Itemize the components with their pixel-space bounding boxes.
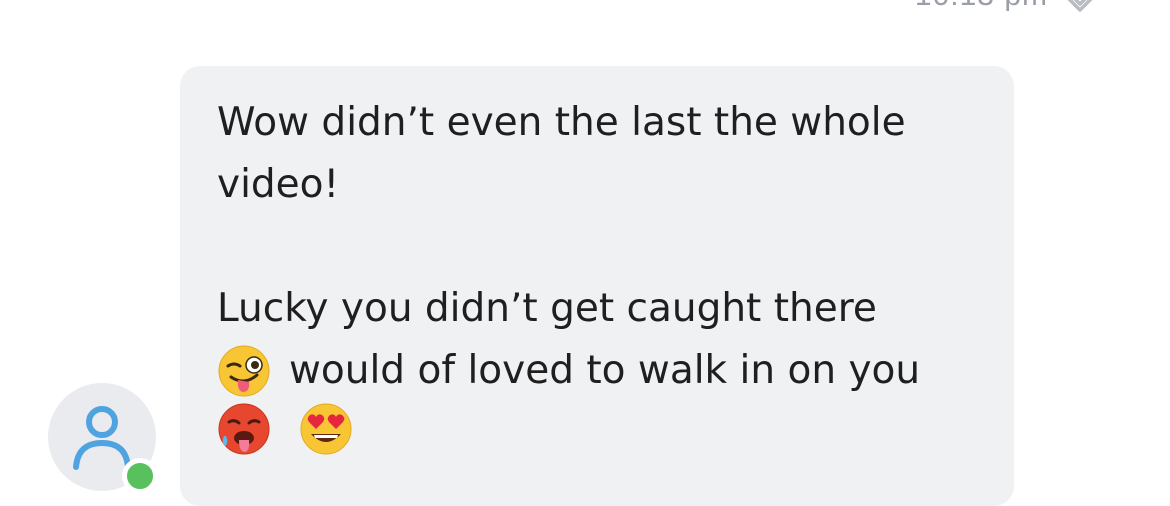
- message-bubble[interactable]: Wow didn’t even the last the whole video…: [180, 66, 1014, 506]
- message-line-3: Lucky you didn’t get caught there: [217, 286, 877, 331]
- winking-face-tongue-emoji: [218, 345, 270, 397]
- message-emoji-row: [217, 402, 984, 456]
- message-line-4: would of loved to walk in on you: [289, 348, 921, 393]
- message-timestamp: 10:13 pm: [915, 0, 1048, 13]
- message-line-1: Wow didn’t even the last the whole: [217, 100, 906, 145]
- message-blank-line: [217, 216, 984, 278]
- hot-face-emoji: [218, 403, 270, 455]
- message-meta: 10:13 pm: [915, 0, 1100, 16]
- person-icon: [73, 406, 131, 470]
- seen-check-icon: [1067, 0, 1093, 12]
- message-line-2: video!: [217, 162, 340, 207]
- message-line-4-row: would of loved to walk in on you: [217, 340, 984, 402]
- online-status-dot: [122, 458, 158, 494]
- heart-eyes-emoji: [300, 403, 352, 455]
